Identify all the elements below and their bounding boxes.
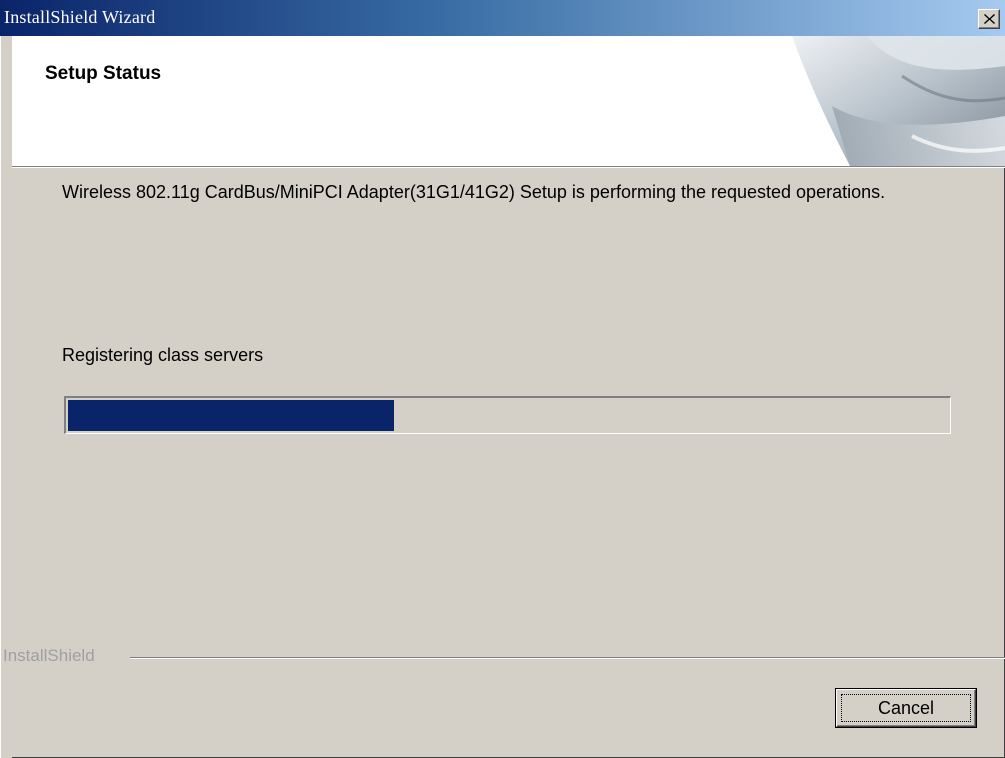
status-message: Registering class servers <box>62 345 264 365</box>
installshield-wizard-window: InstallShield Wizard Setup Status Wirele… <box>0 0 1005 758</box>
title-bar[interactable]: InstallShield Wizard <box>0 0 1005 36</box>
window-title: InstallShield Wizard <box>4 7 156 27</box>
footer-divider-highlight <box>130 658 1005 659</box>
progress-bar <box>64 396 951 434</box>
installshield-header-graphic <box>792 36 1005 166</box>
progress-fill <box>68 400 394 431</box>
page-title: Setup Status <box>45 63 162 84</box>
close-button[interactable] <box>978 9 1000 29</box>
header-divider-highlight <box>12 167 1005 168</box>
wizard-header: Setup Status <box>12 36 1005 166</box>
close-icon <box>984 14 995 24</box>
setup-description: Wireless 802.11g CardBus/MiniPCI Adapter… <box>62 182 886 202</box>
installshield-brand-label: InstallShield <box>3 646 101 666</box>
cancel-button-label: Cancel <box>877 698 935 718</box>
cancel-button[interactable]: Cancel <box>835 688 977 728</box>
